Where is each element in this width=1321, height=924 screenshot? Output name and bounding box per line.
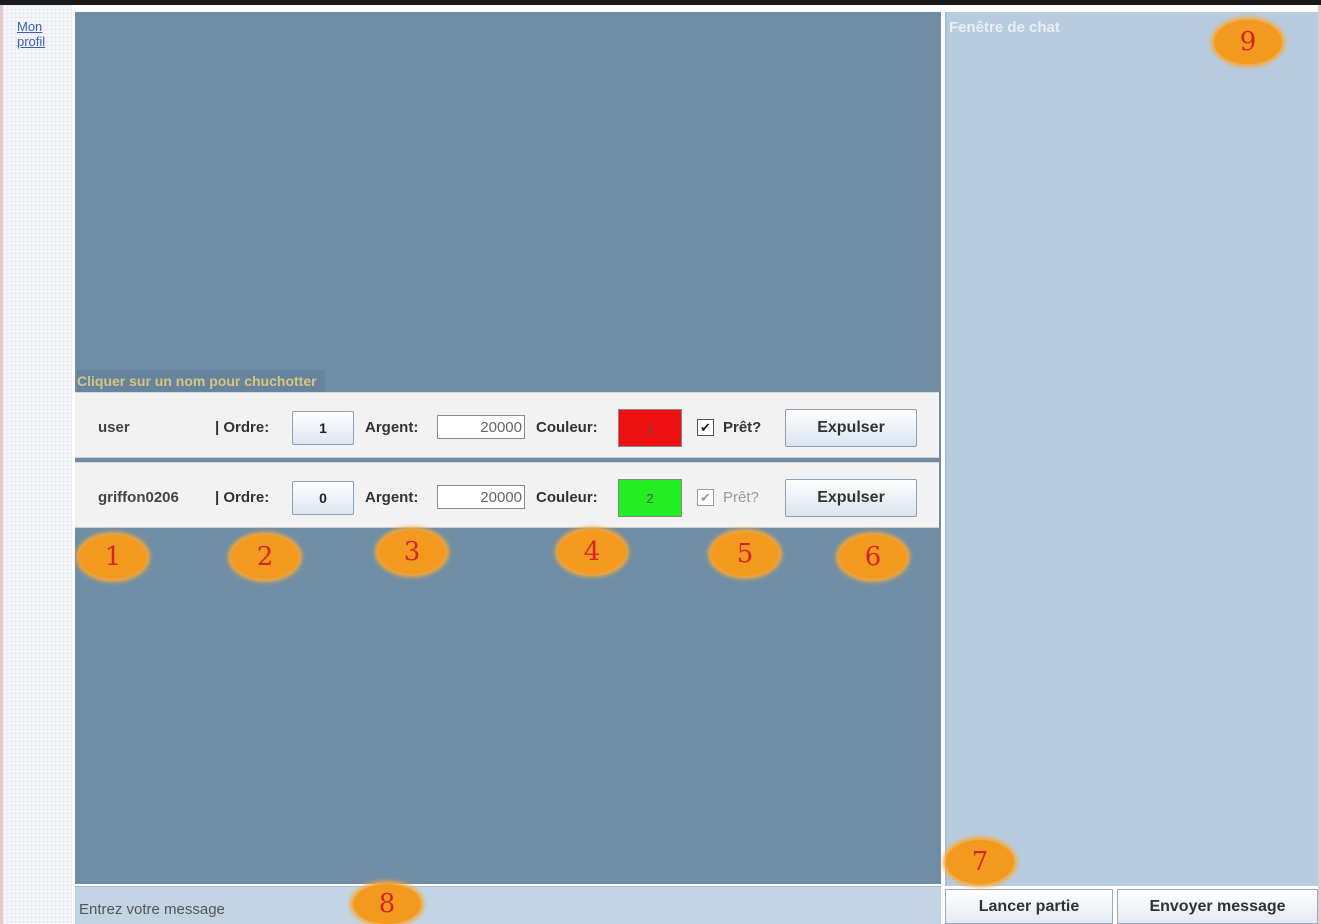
checkmark-icon: ✔ xyxy=(700,420,711,435)
player-row: griffon0206 | Ordre: 0 Argent: Couleur: … xyxy=(75,462,939,528)
ready-checkbox[interactable]: ✔ xyxy=(697,419,714,436)
annotation-marker-9: 9 xyxy=(1214,20,1282,64)
checkmark-icon: ✔ xyxy=(700,490,711,505)
annotation-marker-8: 8 xyxy=(353,884,421,924)
argent-field[interactable] xyxy=(437,485,525,509)
annotation-marker-5: 5 xyxy=(711,532,779,576)
kick-button[interactable]: Expulser xyxy=(785,409,917,447)
player-name[interactable]: griffon0206 xyxy=(98,489,179,506)
chat-title: Fenêtre de chat xyxy=(949,19,1060,36)
annotation-marker-2: 2 xyxy=(231,535,299,579)
launch-game-button[interactable]: Lancer partie xyxy=(945,889,1113,924)
left-sidebar: Mon profil xyxy=(0,5,72,924)
color-swatch[interactable]: 2 xyxy=(618,479,682,517)
ordre-label: | Ordre: xyxy=(215,419,270,436)
annotation-marker-3: 3 xyxy=(378,530,446,574)
annotation-marker-1: 1 xyxy=(79,535,147,579)
ready-checkbox: ✔ xyxy=(697,489,714,506)
kick-button[interactable]: Expulser xyxy=(785,479,917,517)
ready-label: Prêt? xyxy=(723,489,759,506)
window-top-bar xyxy=(0,0,1321,5)
ready-label: Prêt? xyxy=(723,419,762,436)
lobby-panel: Cliquer sur un nom pour chuchotter user … xyxy=(75,12,941,884)
argent-field[interactable] xyxy=(437,415,525,439)
send-message-button[interactable]: Envoyer message xyxy=(1117,889,1318,924)
profile-link[interactable]: Mon profil xyxy=(17,19,67,49)
argent-label: Argent: xyxy=(365,489,419,506)
annotation-marker-4: 4 xyxy=(558,530,626,574)
color-swatch[interactable]: 1 xyxy=(618,409,682,447)
ordre-button[interactable]: 1 xyxy=(292,411,354,445)
whisper-hint: Cliquer sur un nom pour chuchotter xyxy=(77,370,325,392)
player-name[interactable]: user xyxy=(98,419,130,436)
annotation-marker-7: 7 xyxy=(946,840,1014,884)
player-row: user | Ordre: 1 Argent: Couleur: 1 ✔ Prê… xyxy=(75,392,939,458)
ordre-label: | Ordre: xyxy=(215,489,270,506)
message-bar xyxy=(75,886,941,924)
annotation-marker-6: 6 xyxy=(839,535,907,579)
argent-label: Argent: xyxy=(365,419,419,436)
couleur-label: Couleur: xyxy=(536,419,598,436)
message-input[interactable] xyxy=(77,895,581,923)
chat-panel: Fenêtre de chat xyxy=(945,12,1318,886)
ordre-button[interactable]: 0 xyxy=(292,481,354,515)
couleur-label: Couleur: xyxy=(536,489,598,506)
